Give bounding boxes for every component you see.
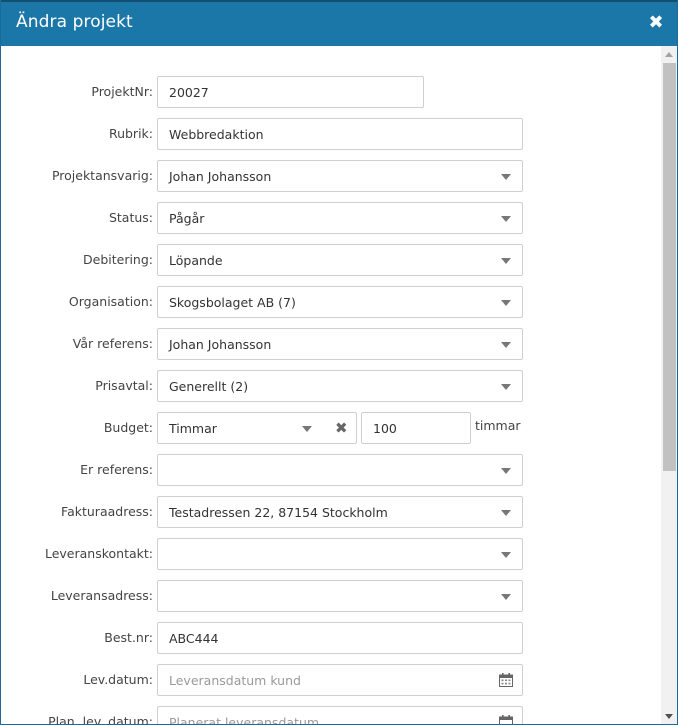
clear-icon[interactable]: ✖ bbox=[335, 420, 348, 436]
debitering-value: Löpande bbox=[169, 253, 223, 268]
row-var-referens: Vår referens: Johan Johansson bbox=[1, 328, 661, 360]
calendar-icon[interactable] bbox=[499, 673, 513, 687]
chevron-down-icon bbox=[501, 510, 511, 516]
organisation-select[interactable]: Skogsbolaget AB (7) bbox=[157, 286, 523, 318]
best-nr-value: ABC444 bbox=[169, 631, 219, 646]
organisation-value: Skogsbolaget AB (7) bbox=[169, 295, 296, 310]
rubrik-label: Rubrik: bbox=[108, 126, 153, 141]
rubrik-input[interactable]: Webbredaktion bbox=[157, 118, 523, 150]
debitering-label: Debitering: bbox=[83, 252, 153, 267]
var-referens-value: Johan Johansson bbox=[169, 337, 272, 352]
chevron-down-icon bbox=[501, 342, 511, 348]
leveranskontakt-label: Leveranskontakt: bbox=[44, 546, 153, 561]
rubrik-value: Webbredaktion bbox=[169, 127, 264, 142]
edit-project-dialog: Ändra projekt ✖ ProjektNr: 20027 Rubrik:… bbox=[0, 0, 678, 725]
row-plan-lev-datum: Plan. lev. datum: Planerat leveransdatum bbox=[1, 706, 661, 725]
organisation-label: Organisation: bbox=[68, 294, 153, 309]
fakturaadress-label: Fakturaadress: bbox=[61, 504, 153, 519]
row-budget: Budget: Timmar ✖ 100 timmar bbox=[1, 412, 661, 444]
dialog-titlebar: Ändra projekt ✖ bbox=[1, 0, 677, 46]
dialog-title: Ändra projekt bbox=[16, 12, 133, 32]
close-icon[interactable]: ✖ bbox=[647, 14, 665, 32]
row-prisavtal: Prisavtal: Generellt (2) bbox=[1, 370, 661, 402]
row-organisation: Organisation: Skogsbolaget AB (7) bbox=[1, 286, 661, 318]
row-fakturaadress: Fakturaadress: Testadressen 22, 87154 St… bbox=[1, 496, 661, 528]
er-referens-label: Er referens: bbox=[80, 462, 153, 477]
budget-type-value: Timmar bbox=[169, 421, 217, 436]
prisavtal-select[interactable]: Generellt (2) bbox=[157, 370, 523, 402]
leveransadress-label: Leveransadress: bbox=[50, 588, 153, 603]
lev-datum-placeholder: Leveransdatum kund bbox=[169, 673, 301, 688]
row-best-nr: Best.nr: ABC444 bbox=[1, 622, 661, 654]
chevron-down-icon bbox=[501, 258, 511, 264]
calendar-icon[interactable] bbox=[499, 715, 513, 725]
lev-datum-input[interactable]: Leveransdatum kund bbox=[157, 664, 523, 696]
budget-type-select[interactable]: Timmar ✖ bbox=[157, 412, 357, 444]
var-referens-select[interactable]: Johan Johansson bbox=[157, 328, 523, 360]
row-er-referens: Er referens: bbox=[1, 454, 661, 486]
plan-lev-datum-label: Plan. lev. datum: bbox=[48, 714, 153, 725]
projektansvarig-label: Projektansvarig: bbox=[51, 168, 153, 183]
best-nr-label: Best.nr: bbox=[104, 630, 153, 645]
budget-amount-input[interactable]: 100 bbox=[361, 412, 471, 444]
budget-label: Budget: bbox=[103, 420, 153, 435]
chevron-down-icon bbox=[501, 300, 511, 306]
prisavtal-value: Generellt (2) bbox=[169, 379, 249, 394]
budget-amount-value: 100 bbox=[373, 421, 397, 436]
row-status: Status: Pågår bbox=[1, 202, 661, 234]
scroll-up-arrow-icon[interactable] bbox=[665, 52, 673, 57]
row-rubrik: Rubrik: Webbredaktion bbox=[1, 118, 661, 150]
projektansvarig-value: Johan Johansson bbox=[169, 169, 272, 184]
chevron-down-icon bbox=[501, 468, 511, 474]
status-value: Pågår bbox=[169, 211, 205, 226]
row-lev-datum: Lev.datum: Leveransdatum kund bbox=[1, 664, 661, 696]
leveransadress-select[interactable] bbox=[157, 580, 523, 612]
chevron-down-icon bbox=[302, 426, 312, 432]
row-leveranskontakt: Leveranskontakt: bbox=[1, 538, 661, 570]
chevron-down-icon bbox=[501, 384, 511, 390]
fakturaadress-select[interactable]: Testadressen 22, 87154 Stockholm bbox=[157, 496, 523, 528]
best-nr-input[interactable]: ABC444 bbox=[157, 622, 523, 654]
plan-lev-datum-placeholder: Planerat leveransdatum bbox=[169, 715, 320, 725]
chevron-down-icon bbox=[501, 216, 511, 222]
chevron-down-icon bbox=[501, 174, 511, 180]
budget-unit-label: timmar bbox=[475, 418, 521, 433]
plan-lev-datum-input[interactable]: Planerat leveransdatum bbox=[157, 706, 523, 725]
debitering-select[interactable]: Löpande bbox=[157, 244, 523, 276]
row-debitering: Debitering: Löpande bbox=[1, 244, 661, 276]
scrollbar-thumb[interactable] bbox=[663, 63, 676, 471]
prisavtal-label: Prisavtal: bbox=[95, 378, 153, 393]
projektnr-label: ProjektNr: bbox=[91, 84, 153, 99]
status-label: Status: bbox=[108, 210, 153, 225]
row-leveransadress: Leveransadress: bbox=[1, 580, 661, 612]
lev-datum-label: Lev.datum: bbox=[83, 672, 153, 687]
leveranskontakt-select[interactable] bbox=[157, 538, 523, 570]
row-projektansvarig: Projektansvarig: Johan Johansson bbox=[1, 160, 661, 192]
projektnr-input[interactable]: 20027 bbox=[157, 76, 424, 108]
vertical-scrollbar[interactable] bbox=[661, 46, 677, 724]
fakturaadress-value: Testadressen 22, 87154 Stockholm bbox=[169, 505, 388, 520]
form-content: ProjektNr: 20027 Rubrik: Webbredaktion P… bbox=[1, 46, 661, 725]
status-select[interactable]: Pågår bbox=[157, 202, 523, 234]
chevron-down-icon bbox=[501, 594, 511, 600]
projektnr-value: 20027 bbox=[169, 85, 209, 100]
projektansvarig-select[interactable]: Johan Johansson bbox=[157, 160, 523, 192]
scroll-down-arrow-icon[interactable] bbox=[665, 714, 673, 719]
er-referens-select[interactable] bbox=[157, 454, 523, 486]
chevron-down-icon bbox=[501, 552, 511, 558]
var-referens-label: Vår referens: bbox=[72, 336, 153, 351]
row-projektnr: ProjektNr: 20027 bbox=[1, 76, 661, 108]
